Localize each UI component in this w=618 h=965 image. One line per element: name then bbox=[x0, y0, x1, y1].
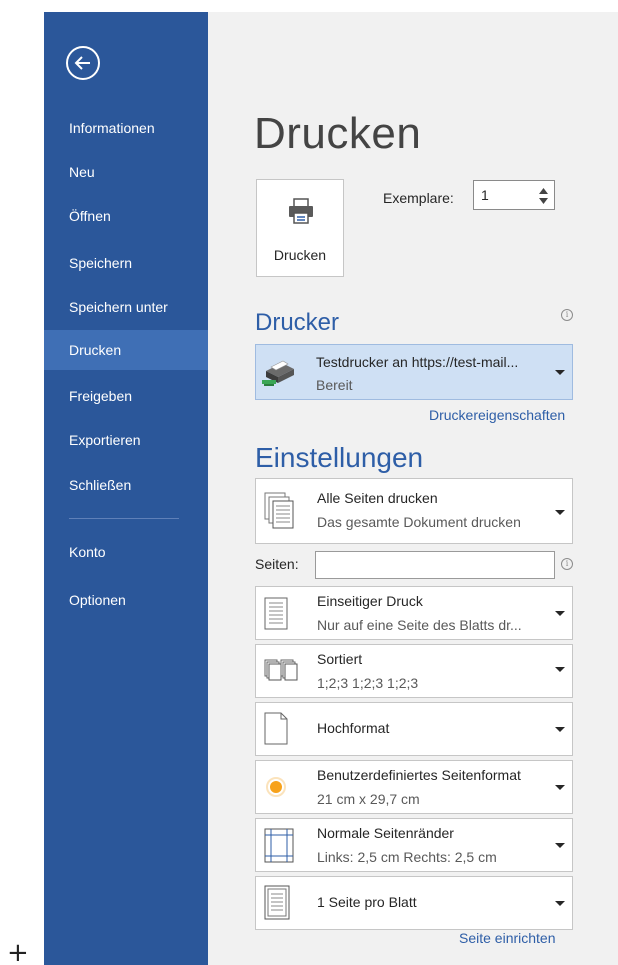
copies-value: 1 bbox=[481, 187, 489, 203]
network-printer-icon bbox=[262, 360, 294, 386]
collation-dropdown[interactable]: Sortiert 1;2;3 1;2;3 1;2;3 bbox=[255, 644, 573, 698]
print-pane: Drucken Drucken Exemplare: 1 Drucker i T… bbox=[208, 12, 618, 965]
margins-icon bbox=[264, 828, 294, 863]
copies-stepper[interactable]: 1 bbox=[473, 180, 555, 210]
printer-icon bbox=[289, 198, 313, 224]
pages-label: Seiten: bbox=[255, 556, 299, 572]
pages-per-sheet-dropdown[interactable]: 1 Seite pro Blatt bbox=[255, 876, 573, 930]
chevron-down-icon bbox=[555, 611, 565, 616]
chevron-down-icon bbox=[555, 843, 565, 848]
setting-title: Hochformat bbox=[317, 720, 390, 736]
settings-heading: Einstellungen bbox=[255, 442, 424, 473]
sidebar-item-drucken[interactable]: Drucken bbox=[44, 330, 208, 370]
chevron-down-icon bbox=[555, 785, 565, 790]
sidebar-item-oeffnen[interactable]: Öffnen bbox=[44, 196, 208, 236]
printer-selector[interactable]: Testdrucker an https://test-mail... Bere… bbox=[255, 344, 573, 400]
collated-icon bbox=[264, 659, 298, 681]
sidebar-item-schliessen[interactable]: Schließen bbox=[44, 465, 208, 505]
page-title: Drucken bbox=[254, 109, 422, 158]
paper-size-icon bbox=[266, 777, 286, 797]
chevron-down-icon bbox=[555, 901, 565, 906]
setting-subtitle: Nur auf eine Seite des Blatts dr... bbox=[317, 617, 522, 633]
portrait-icon bbox=[264, 712, 288, 745]
chevron-down-icon bbox=[555, 727, 565, 732]
setting-title: Alle Seiten drucken bbox=[317, 490, 438, 506]
sidebar-item-konto[interactable]: Konto bbox=[44, 532, 208, 572]
back-arrow-icon[interactable] bbox=[66, 46, 100, 80]
print-range-dropdown[interactable]: Alle Seiten drucken Das gesamte Dokument… bbox=[255, 478, 573, 544]
setting-title: 1 Seite pro Blatt bbox=[317, 894, 417, 910]
printer-properties-link[interactable]: Druckereigenschaften bbox=[429, 407, 565, 423]
sidebar-item-informationen[interactable]: Informationen bbox=[44, 108, 208, 148]
sidebar-item-exportieren[interactable]: Exportieren bbox=[44, 420, 208, 460]
setting-subtitle: Das gesamte Dokument drucken bbox=[317, 514, 521, 530]
setting-title: Sortiert bbox=[317, 651, 363, 667]
setting-subtitle: 21 cm x 29,7 cm bbox=[317, 791, 420, 807]
one-sided-icon bbox=[264, 597, 288, 630]
setting-subtitle: Links: 2,5 cm Rechts: 2,5 cm bbox=[317, 849, 497, 865]
sidebar-item-freigeben[interactable]: Freigeben bbox=[44, 376, 208, 416]
printer-status: Bereit bbox=[316, 377, 353, 393]
sidebar-item-optionen[interactable]: Optionen bbox=[44, 580, 208, 620]
spin-down-icon[interactable] bbox=[539, 198, 548, 204]
crosshair-cursor-icon: + bbox=[7, 938, 29, 965]
setting-title: Einseitiger Druck bbox=[317, 593, 423, 609]
chevron-down-icon bbox=[555, 510, 565, 515]
printer-heading: Drucker bbox=[255, 309, 340, 336]
setting-title: Normale Seitenränder bbox=[317, 825, 454, 841]
duplex-dropdown[interactable]: Einseitiger Druck Nur auf eine Seite des… bbox=[255, 586, 573, 640]
margins-dropdown[interactable]: Normale Seitenränder Links: 2,5 cm Recht… bbox=[255, 818, 573, 872]
copies-label: Exemplare: bbox=[383, 190, 454, 206]
chevron-down-icon bbox=[555, 370, 565, 375]
orientation-dropdown[interactable]: Hochformat bbox=[255, 702, 573, 756]
backstage-sidebar: Informationen Neu Öffnen Speichern Speic… bbox=[44, 12, 208, 965]
pages-input[interactable] bbox=[315, 551, 555, 579]
info-icon[interactable]: i bbox=[561, 309, 573, 321]
pages-per-sheet-icon bbox=[264, 885, 290, 920]
setting-subtitle: 1;2;3 1;2;3 1;2;3 bbox=[317, 675, 419, 691]
print-button[interactable]: Drucken bbox=[256, 179, 344, 277]
sidebar-divider bbox=[69, 518, 179, 519]
page-setup-link[interactable]: Seite einrichten bbox=[459, 930, 556, 946]
print-button-label: Drucken bbox=[273, 247, 327, 263]
pages-icon bbox=[264, 492, 294, 529]
pages-info-icon[interactable]: i bbox=[561, 558, 573, 570]
spin-up-icon[interactable] bbox=[539, 188, 548, 194]
sidebar-item-speichern-unter[interactable]: Speichern unter bbox=[44, 287, 208, 327]
sidebar-item-speichern[interactable]: Speichern bbox=[44, 243, 208, 283]
chevron-down-icon bbox=[555, 667, 565, 672]
setting-title: Benutzerdefiniertes Seitenformat bbox=[317, 767, 521, 783]
printer-name: Testdrucker an https://test-mail... bbox=[316, 354, 519, 370]
sidebar-item-neu[interactable]: Neu bbox=[44, 152, 208, 192]
paper-size-dropdown[interactable]: Benutzerdefiniertes Seitenformat 21 cm x… bbox=[255, 760, 573, 814]
